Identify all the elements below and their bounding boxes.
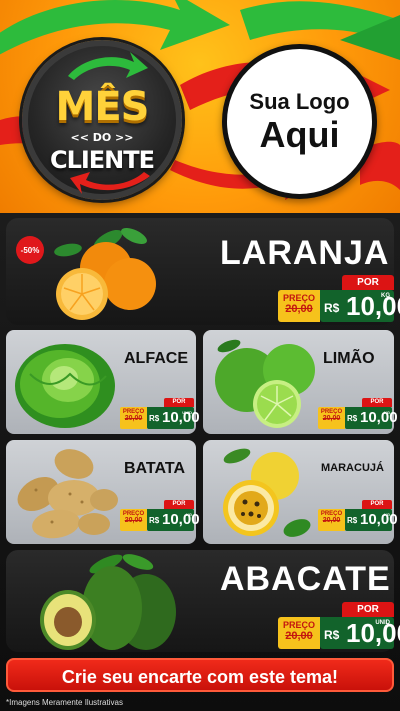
old-price: 20,00 [124, 517, 143, 524]
currency: R$ [324, 628, 340, 642]
product-card-maracuja: MARACUJÁ POR PREÇO 20,00 R$ 10,00 KG [203, 440, 398, 544]
currency: R$ [324, 301, 340, 315]
unit: KG [384, 512, 390, 517]
por-label: POR [362, 500, 392, 509]
old-price: 20,00 [124, 415, 143, 422]
preco-label: PREÇO 20,00 [278, 617, 320, 649]
product-card-laranja: -50% LARANJA POR PREÇO 20,00 R$ 10,00 KG [6, 218, 400, 325]
preco-label: PREÇO 20,00 [318, 509, 345, 531]
potato-image [17, 449, 118, 539]
currency: R$ [149, 516, 160, 525]
lime-image [215, 339, 315, 428]
new-price-box: R$ 10,00 UNID [147, 407, 200, 429]
unit: UNID [182, 410, 192, 415]
currency: R$ [347, 414, 358, 423]
por-label: POR [164, 500, 194, 509]
price-tag-alface: POR PREÇO 20,00 R$ 10,00 UNID [120, 398, 200, 430]
por-label: POR [342, 275, 394, 290]
new-price-box: R$ 10,00 UNID [320, 617, 400, 649]
product-name-limao: LIMÃO [323, 350, 375, 367]
orange-image [54, 227, 156, 320]
product-name-abacate: ABACATE [220, 560, 391, 598]
avocado-image [40, 554, 176, 650]
product-name-alface: ALFACE [124, 350, 188, 367]
product-card-limao: LIMÃO POR PREÇO 20,00 R$ 10,00 KG [203, 330, 398, 434]
preco-label: PREÇO 20,00 [120, 407, 147, 429]
lettuce-image [15, 344, 115, 428]
price-tag-abacate: POR PREÇO 20,00 R$ 10,00 UNID [278, 602, 400, 649]
new-price: 10,00 [360, 409, 398, 426]
seal-cliente: CLIENTE [49, 146, 155, 174]
header-banner: MÊS << DO >> CLIENTE Sua Logo Aqui [0, 0, 400, 213]
store-logo-placeholder: Sua Logo Aqui [222, 44, 377, 199]
new-price: 10,00 [162, 511, 200, 528]
preco-label: PREÇO 20,00 [278, 290, 320, 322]
new-price-box: R$ 10,00 KG [147, 509, 200, 531]
product-name-batata: BATATA [124, 460, 186, 477]
new-price-box: R$ 10,00 KG [345, 509, 398, 531]
old-price: 20,00 [322, 517, 341, 524]
price-tag-limao: POR PREÇO 20,00 R$ 10,00 KG [318, 398, 398, 430]
new-price: 10,00 [162, 409, 200, 426]
product-card-batata: BATATA POR PREÇO 20,00 R$ 10,00 KG [6, 440, 200, 544]
product-card-alface: ALFACE POR PREÇO 20,00 R$ 10,00 UNID [6, 330, 200, 434]
preco-text: PREÇO [282, 293, 315, 303]
seal-red-arrow-icon [70, 172, 150, 194]
unit: KG [381, 293, 390, 299]
price-tag-laranja: POR PREÇO 20,00 R$ 10,00 KG [278, 275, 400, 322]
unit: KG [384, 410, 390, 415]
mes-do-cliente-seal: MÊS << DO >> CLIENTE [22, 40, 182, 200]
seal-subtitle: << DO >> [70, 131, 134, 144]
seal-title: MÊS [55, 84, 150, 130]
passion-fruit-image [223, 448, 311, 537]
new-price: 10,00 [346, 291, 400, 321]
price-tag-maracuja: POR PREÇO 20,00 R$ 10,00 KG [318, 500, 398, 532]
preco-text: PREÇO [282, 620, 315, 630]
old-price: 20,00 [285, 303, 313, 315]
preco-label: PREÇO 20,00 [120, 509, 147, 531]
cta-banner[interactable]: Crie seu encarte com este tema! [6, 658, 394, 692]
old-price: 20,00 [322, 415, 341, 422]
unit: UNID [375, 620, 390, 626]
new-price-box: R$ 10,00 KG [345, 407, 398, 429]
new-price: 10,00 [360, 511, 398, 528]
currency: R$ [347, 516, 358, 525]
discount-badge: -50% [16, 236, 44, 264]
old-price: 20,00 [285, 630, 313, 642]
price-tag-batata: POR PREÇO 20,00 R$ 10,00 KG [120, 500, 200, 532]
logo-text-line2: Aqui [259, 113, 340, 155]
currency: R$ [149, 414, 160, 423]
preco-label: PREÇO 20,00 [318, 407, 345, 429]
por-label: POR [164, 398, 194, 407]
new-price: 10,00 [346, 618, 400, 648]
product-name-laranja: LARANJA [220, 234, 390, 272]
seal-arrow-icon [68, 52, 148, 80]
disclaimer-text: *Imagens Meramente Ilustrativas [6, 698, 123, 707]
product-name-maracuja: MARACUJÁ [321, 462, 384, 474]
logo-text-line1: Sua Logo [249, 88, 350, 114]
por-label: POR [362, 398, 392, 407]
por-label: POR [342, 602, 394, 617]
product-card-abacate: ABACATE POR PREÇO 20,00 R$ 10,00 UNID [6, 550, 400, 652]
unit: KG [186, 512, 192, 517]
new-price-box: R$ 10,00 KG [320, 290, 400, 322]
